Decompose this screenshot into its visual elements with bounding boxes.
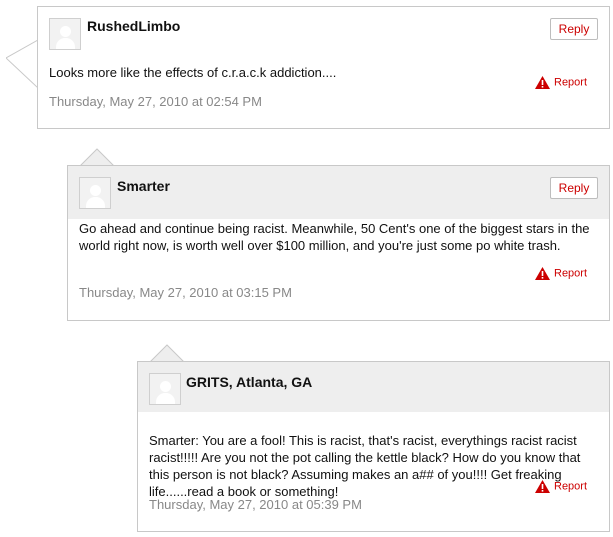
report-link[interactable]: Report <box>535 480 587 493</box>
comment-pointer <box>6 40 39 90</box>
avatar[interactable] <box>149 373 181 405</box>
comment-timestamp: Thursday, May 27, 2010 at 02:54 PM <box>49 94 262 109</box>
comment-body: Looks more like the effects of c.r.a.c.k… <box>49 65 337 80</box>
report-label: Report <box>554 76 588 89</box>
comment-card: GRITS, Atlanta, GA Smarter: You are a fo… <box>137 361 610 532</box>
avatar[interactable] <box>49 18 81 50</box>
warning-triangle-icon <box>535 76 550 89</box>
comment-card: Smarter Reply Go ahead and continue bein… <box>67 165 610 321</box>
report-link[interactable]: Report <box>535 267 587 280</box>
comment-author[interactable]: RushedLimbo <box>87 18 180 34</box>
report-label: Report <box>554 267 588 280</box>
warning-triangle-icon <box>535 480 550 493</box>
warning-triangle-icon <box>535 267 550 280</box>
comment-pointer <box>80 148 114 167</box>
reply-button[interactable]: Reply <box>550 18 598 40</box>
report-label: Report <box>554 480 588 493</box>
comment-pointer <box>150 344 184 363</box>
comment-timestamp: Thursday, May 27, 2010 at 05:39 PM <box>149 497 362 512</box>
avatar[interactable] <box>79 177 111 209</box>
comment-timestamp: Thursday, May 27, 2010 at 03:15 PM <box>79 285 292 300</box>
comment-author[interactable]: Smarter <box>117 178 170 194</box>
comment-card: RushedLimbo Reply Looks more like the ef… <box>37 6 610 129</box>
comment-author[interactable]: GRITS, Atlanta, GA <box>186 374 312 390</box>
reply-button[interactable]: Reply <box>550 177 598 199</box>
comment-body: Go ahead and continue being racist. Mean… <box>79 221 590 253</box>
report-link[interactable]: Report <box>535 76 587 89</box>
